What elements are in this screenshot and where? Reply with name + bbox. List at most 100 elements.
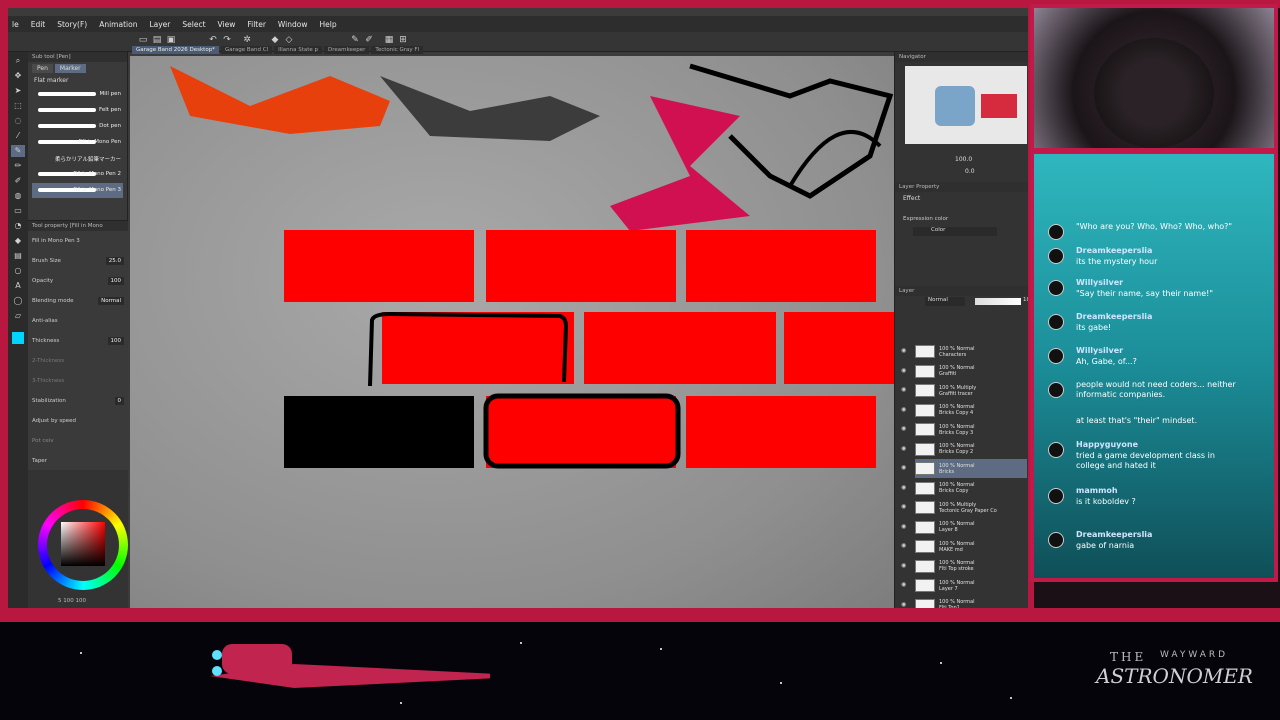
ruler-tool-icon[interactable]: ▱: [11, 310, 25, 322]
expression-color-select[interactable]: Color: [913, 227, 997, 236]
fill-icon[interactable]: ◆: [270, 35, 280, 45]
thickness-2-row[interactable]: 2-Thickness: [28, 351, 128, 371]
layer-row[interactable]: ◉ 100 % Normal MAKE md: [901, 537, 1027, 556]
thickness-row[interactable]: Thickness 100: [28, 331, 128, 351]
layer-row[interactable]: ◉ 100 % Multiply Graffiti tracer: [901, 381, 1027, 400]
menu-help[interactable]: Help: [320, 20, 337, 29]
pen-tool-icon[interactable]: ✎: [11, 145, 25, 157]
text-tool-icon[interactable]: A: [11, 280, 25, 292]
save-icon[interactable]: ▣: [166, 35, 176, 45]
brush-item[interactable]: Dot pen: [32, 119, 123, 134]
layer-row[interactable]: ◉ 100 % Normal Flti Top stroke: [901, 557, 1027, 576]
layer-row[interactable]: ◉ 100 % Multiply Tectonic Gray Paper Co: [901, 498, 1027, 517]
rotation-readout[interactable]: 0.0: [965, 168, 975, 175]
eye-icon[interactable]: ◉: [901, 523, 906, 530]
layer-row[interactable]: ◉ 100 % Normal Layer 8: [901, 518, 1027, 537]
eye-icon[interactable]: ◉: [901, 406, 906, 413]
layer-row[interactable]: ◉ 100 % Normal Flti Top1: [901, 596, 1027, 608]
tab-marker[interactable]: Marker: [54, 64, 86, 73]
brush-item[interactable]: Mill pen: [32, 87, 123, 102]
new-icon[interactable]: ▭: [138, 35, 148, 45]
blend-tool-icon[interactable]: ◔: [11, 220, 25, 232]
eye-icon[interactable]: ◉: [901, 367, 906, 374]
layer-row[interactable]: ◉ 100 % Normal Graffiti: [901, 362, 1027, 381]
eye-icon[interactable]: ◉: [901, 425, 906, 432]
menu-filter[interactable]: Filter: [247, 20, 266, 29]
menu-file[interactable]: le: [12, 20, 19, 29]
move-tool-icon[interactable]: ✥: [11, 70, 25, 82]
layer-row[interactable]: ◉ 100 % Normal Layer 7: [901, 576, 1027, 595]
undo-icon[interactable]: ↶: [208, 35, 218, 45]
doc-tab[interactable]: Garage Band 2026 Desktop*: [132, 46, 219, 54]
layer-opacity-value[interactable]: 10: [1023, 297, 1028, 303]
stabilization-value[interactable]: 0: [114, 397, 124, 405]
brush-icon[interactable]: ✐: [364, 35, 374, 45]
layer-row[interactable]: ◉ 100 % Normal Bricks Copy 3: [901, 420, 1027, 439]
layer-opacity-slider[interactable]: [975, 298, 1021, 305]
menu-layer[interactable]: Layer: [149, 20, 170, 29]
redo-icon[interactable]: ↷: [222, 35, 232, 45]
gradient-tool-icon[interactable]: ▤: [11, 250, 25, 262]
menu-view[interactable]: View: [218, 20, 236, 29]
layer-row[interactable]: ◉ 100 % Normal Characters: [901, 342, 1027, 361]
pot-row[interactable]: Pot ceiv: [28, 431, 128, 451]
opacity-row[interactable]: Opacity 100: [28, 271, 128, 291]
operation-tool-icon[interactable]: ➤: [11, 85, 25, 97]
layer-row[interactable]: ◉ 100 % Normal Bricks Copy 4: [901, 401, 1027, 420]
adjust-speed-row[interactable]: Adjust by speed: [28, 411, 128, 431]
transform-icon[interactable]: ◇: [284, 35, 294, 45]
ruler-icon[interactable]: ▦: [384, 35, 394, 45]
lasso-tool-icon[interactable]: ◌: [11, 115, 25, 127]
balloon-tool-icon[interactable]: ◯: [11, 295, 25, 307]
thickness-value[interactable]: 100: [107, 337, 124, 345]
eye-icon[interactable]: ◉: [901, 445, 906, 452]
zoom-tool-icon[interactable]: ⌕: [11, 55, 25, 67]
eye-icon[interactable]: ◉: [901, 347, 906, 354]
fill-tool-icon[interactable]: ◆: [11, 235, 25, 247]
pencil-tool-icon[interactable]: ✏: [11, 160, 25, 172]
eye-icon[interactable]: ◉: [901, 542, 906, 549]
taper-row[interactable]: Taper: [28, 451, 128, 471]
stabilization-row[interactable]: Stabilization 0: [28, 391, 128, 411]
doc-tab[interactable]: Dreamkeeper: [324, 46, 370, 54]
blending-mode-row[interactable]: Blending mode Normal: [28, 291, 128, 311]
eye-icon[interactable]: ◉: [901, 581, 906, 588]
anti-alias-row[interactable]: Anti-alias: [28, 311, 128, 331]
grid-icon[interactable]: ⊞: [398, 35, 408, 45]
doc-tab[interactable]: Tectonic Gray Fl: [371, 46, 424, 54]
opacity-value[interactable]: 100: [107, 277, 124, 285]
settings-icon[interactable]: ✲: [242, 35, 252, 45]
airbrush-tool-icon[interactable]: ◍: [11, 190, 25, 202]
open-icon[interactable]: ▤: [152, 35, 162, 45]
eye-icon[interactable]: ◉: [901, 503, 906, 510]
brush-item[interactable]: Fill in Mono Pen 2: [32, 167, 123, 182]
drawing-canvas[interactable]: [130, 56, 894, 608]
brush-item[interactable]: Felt pen: [32, 103, 123, 118]
menu-window[interactable]: Window: [278, 20, 308, 29]
menu-story[interactable]: Story(F): [57, 20, 87, 29]
saturation-value-square[interactable]: [61, 522, 105, 566]
brush-tool-icon[interactable]: ✐: [11, 175, 25, 187]
menu-select[interactable]: Select: [182, 20, 205, 29]
navigator-preview[interactable]: [905, 66, 1027, 144]
eye-icon[interactable]: ◉: [901, 484, 906, 491]
pen-icon[interactable]: ✎: [350, 35, 360, 45]
layer-row[interactable]: ◉ 100 % Normal Bricks Copy 2: [901, 440, 1027, 459]
layer-row[interactable]: ◉ 100 % Normal Bricks: [901, 459, 1027, 478]
layer-row[interactable]: ◉ 100 % Normal Bricks Copy: [901, 479, 1027, 498]
eraser-tool-icon[interactable]: ▭: [11, 205, 25, 217]
doc-tab[interactable]: Garage Band Cl: [220, 46, 273, 54]
eye-icon[interactable]: ◉: [901, 386, 906, 393]
eye-icon[interactable]: ◉: [901, 464, 906, 471]
main-color-swatch[interactable]: [12, 332, 24, 344]
brush-size-row[interactable]: Brush Size 25.0: [28, 251, 128, 271]
eye-icon[interactable]: ◉: [901, 562, 906, 569]
eye-icon[interactable]: ◉: [901, 601, 906, 608]
brush-item[interactable]: 柔らかリアル鉛筆マーカー: [32, 151, 123, 166]
zoom-readout[interactable]: 100.0: [955, 156, 972, 163]
menu-animation[interactable]: Animation: [99, 20, 137, 29]
brush-size-value[interactable]: 25.0: [105, 257, 124, 265]
brush-item-selected[interactable]: Fill in Mono Pen 3: [32, 183, 123, 198]
eyedropper-tool-icon[interactable]: ⁄: [11, 130, 25, 142]
thickness-3-row[interactable]: 3-Thickness: [28, 371, 128, 391]
